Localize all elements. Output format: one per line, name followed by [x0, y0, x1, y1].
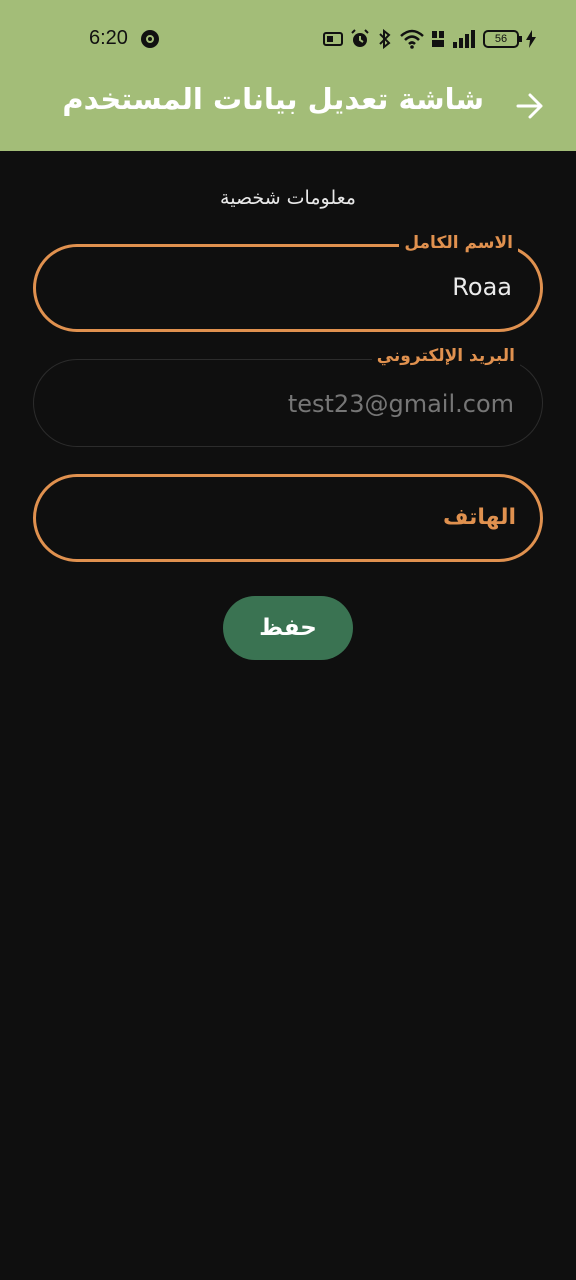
sync-icon	[141, 30, 159, 48]
status-time: 6:20	[89, 27, 128, 49]
screen-cast-icon	[323, 32, 343, 46]
bluetooth-icon	[379, 29, 391, 49]
back-button[interactable]	[512, 88, 548, 124]
full-name-label: الاسم الكامل	[399, 233, 518, 253]
section-title: معلومات شخصية	[220, 187, 356, 209]
alarm-icon	[351, 29, 369, 47]
battery-icon: 56	[483, 30, 522, 48]
status-bar: 6:20 56	[0, 18, 576, 58]
arrow-right-icon	[516, 93, 543, 119]
volte-icon	[432, 31, 444, 47]
email-input	[74, 390, 514, 418]
full-name-input[interactable]	[72, 273, 512, 301]
wifi-icon	[400, 29, 424, 49]
save-button[interactable]: حفظ	[223, 596, 353, 660]
email-label: البريد الإلكتروني	[371, 346, 520, 366]
status-icons: 56	[323, 26, 536, 52]
charging-icon	[526, 30, 536, 48]
page-title: شاشة تعديل بيانات المستخدم	[62, 82, 484, 116]
phone-field[interactable]: الهاتف	[33, 474, 543, 562]
app-header: 6:20 56 شاشة تعديل بيانات المستخدم	[0, 0, 576, 151]
email-field: البريد الإلكتروني	[33, 346, 543, 447]
full-name-field[interactable]: الاسم الكامل	[33, 233, 543, 332]
signal-icon	[453, 30, 475, 48]
phone-placeholder: الهاتف	[442, 505, 516, 530]
